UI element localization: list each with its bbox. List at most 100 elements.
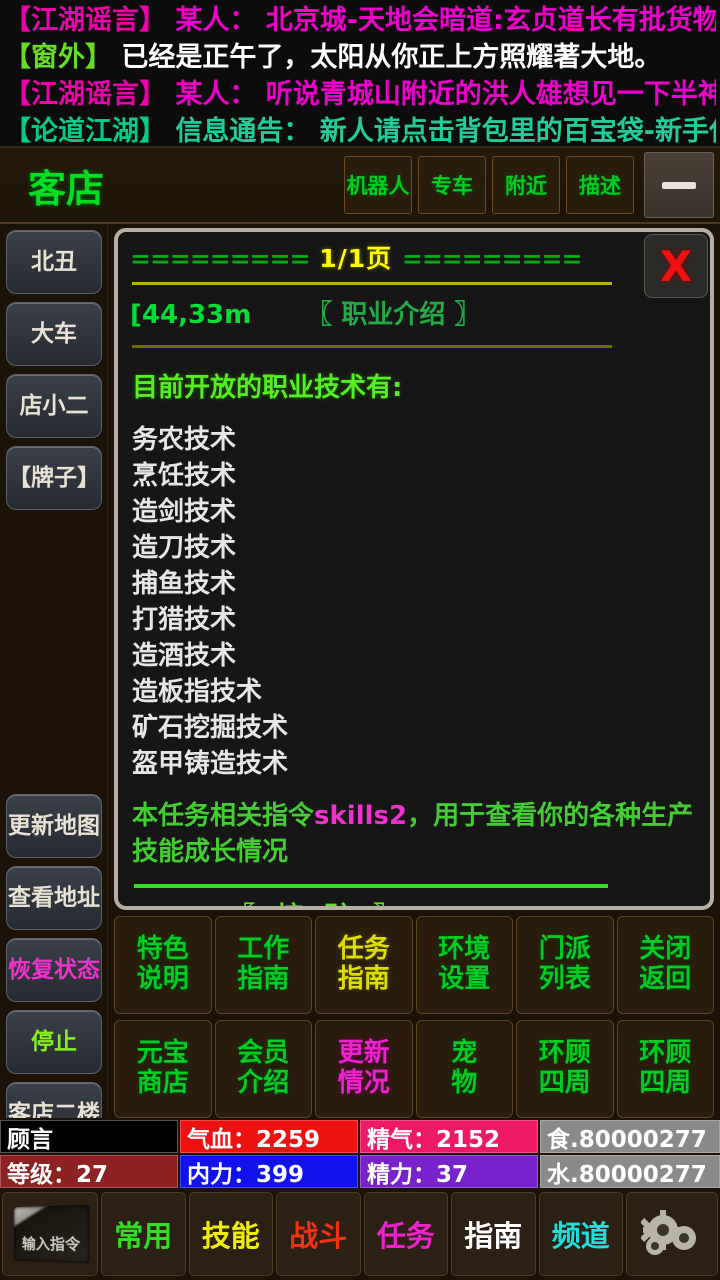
coord-row: [44,33m 〖 职业介绍 〗 bbox=[130, 295, 700, 335]
sidebar-button-查看地址[interactable]: 查看地址 bbox=[6, 866, 102, 930]
action-button-门派列表[interactable]: 门派 列表 bbox=[516, 916, 614, 1014]
note-prefix: 本任务相关指令 bbox=[132, 801, 315, 831]
skill-list-item[interactable]: 造刀技术 bbox=[132, 530, 700, 566]
titlebar-button-专车[interactable]: 专车 bbox=[418, 156, 486, 214]
minimize-button[interactable] bbox=[644, 152, 714, 218]
status-cell: 气血：2259 bbox=[180, 1120, 358, 1153]
status-row-2: 等级：27 内力：399 精力：37 水.80000277 bbox=[0, 1155, 720, 1188]
nav-button-频道[interactable]: 频道 bbox=[538, 1192, 623, 1276]
command-keyword[interactable]: skills2 bbox=[314, 801, 407, 831]
skill-list-item[interactable]: 烹饪技术 bbox=[132, 458, 700, 494]
section-title: 〖 职业介绍 〗 bbox=[306, 300, 481, 330]
action-button-更新情况[interactable]: 更新 情况 bbox=[315, 1020, 413, 1118]
chat-message-text: 已经是正午了，太阳从你正上方照耀著大地。 bbox=[112, 42, 662, 73]
sidebar-button-客店二楼[interactable]: 客店二楼 bbox=[6, 1082, 102, 1118]
page-title: 客店 bbox=[28, 166, 105, 211]
chat-line: 【江湖谣言】 某人： 北京城-天地会暗道:玄贞道长有批货物要送到 bbox=[4, 2, 716, 39]
nav-button-指南[interactable]: 指南 bbox=[451, 1192, 536, 1276]
command-input-button[interactable]: 输入指令 bbox=[2, 1192, 98, 1276]
title-bar: 客店 机器人 专车 附近 描述 bbox=[0, 148, 720, 224]
coordinates: [44,33m bbox=[130, 300, 252, 330]
nav-button-战斗[interactable]: 战斗 bbox=[276, 1192, 361, 1276]
status-bars: 顾言 气血：2259 精气：2152 食.80000277 等级：27 内力：399 精力… bbox=[0, 1118, 720, 1190]
left-sidebar: 北丑大车店小二【牌子】更新地图查看地址恢复状态停止客店二楼 bbox=[0, 224, 108, 1118]
skill-list-item[interactable]: 打猎技术 bbox=[132, 602, 700, 638]
chat-channel-tag: 【窗外】 bbox=[4, 42, 112, 73]
dig-action-link[interactable]: 〖 挖 矿 〗 bbox=[228, 900, 700, 906]
chat-channel-tag: 【江湖谣言】 bbox=[4, 79, 166, 110]
skill-list-item[interactable]: 务农技术 bbox=[132, 422, 700, 458]
content-area: X ========= 1/1页 ========= [44,33m 〖 职业介… bbox=[108, 224, 720, 1118]
action-button-环境设置[interactable]: 环境 设置 bbox=[415, 916, 513, 1014]
action-button-会员介绍[interactable]: 会员 介绍 bbox=[214, 1020, 312, 1118]
status-cell: 等级：27 bbox=[0, 1155, 178, 1188]
action-button-宠物[interactable]: 宠物 bbox=[415, 1020, 513, 1118]
titlebar-button-描述[interactable]: 描述 bbox=[566, 156, 634, 214]
panel-body: 目前开放的职业技术有: 务农技术 烹饪技术 造剑技术 造刀技术 捕鱼技术 打猎技术 造酒技术… bbox=[130, 354, 700, 906]
action-button-环顾四周[interactable]: 环顾 四周 bbox=[516, 1020, 614, 1118]
titlebar-buttons: 机器人 专车 附近 描述 bbox=[338, 156, 634, 214]
nav-button-常用[interactable]: 常用 bbox=[101, 1192, 186, 1276]
nav-button-任务[interactable]: 任务 bbox=[363, 1192, 448, 1276]
chat-line: 【窗外】 已经是正午了，太阳从你正上方照耀著大地。 bbox=[4, 39, 716, 76]
main-area: 北丑大车店小二【牌子】更新地图查看地址恢复状态停止客店二楼 X ========… bbox=[0, 224, 720, 1118]
skill-list-item[interactable]: 盔甲铸造技术 bbox=[132, 746, 700, 782]
gear-icon bbox=[641, 1206, 703, 1262]
sidebar-button-北丑[interactable]: 北丑 bbox=[6, 230, 102, 294]
action-button-任务指南[interactable]: 任务 指南 bbox=[315, 916, 413, 1014]
chat-message-text: 某人： 听说青城山附近的洪人雄想见一下半神。 bbox=[166, 79, 716, 110]
chat-ticker[interactable]: 【江湖谣言】 某人： 北京城-天地会暗道:玄贞道长有批货物要送到【窗外】 已经是… bbox=[0, 0, 720, 148]
info-panel: X ========= 1/1页 ========= [44,33m 〖 职业介… bbox=[114, 228, 714, 910]
action-grid-row-1: 特色 说明 工作 指南 任务 指南 环境 设置 门派 列表 关闭 返回 bbox=[114, 916, 714, 1014]
close-panel-button[interactable]: X bbox=[644, 234, 708, 298]
chat-message-text: 某人： 北京城-天地会暗道:玄贞道长有批货物要送到 bbox=[175, 5, 716, 36]
separator-right: ========= bbox=[401, 244, 583, 273]
panel-header: ========= 1/1页 ========= bbox=[130, 240, 700, 278]
sidebar-button-停止[interactable]: 停止 bbox=[6, 1010, 102, 1074]
status-cell: 顾言 bbox=[0, 1120, 178, 1153]
status-cell: 精气：2152 bbox=[360, 1120, 538, 1153]
sidebar-button-更新地图[interactable]: 更新地图 bbox=[6, 794, 102, 858]
input-box-icon: 输入指令 bbox=[13, 1204, 90, 1264]
settings-button[interactable] bbox=[626, 1192, 718, 1276]
status-cell: 内力：399 bbox=[180, 1155, 358, 1188]
skill-list-item[interactable]: 造板指技术 bbox=[132, 674, 700, 710]
body-lead: 目前开放的职业技术有: bbox=[132, 373, 403, 403]
action-button-工作指南[interactable]: 工作 指南 bbox=[214, 916, 312, 1014]
divider-mid bbox=[132, 345, 612, 348]
chat-line: 【江湖谣言】 某人： 听说青城山附近的洪人雄想见一下半神。 bbox=[4, 76, 716, 113]
status-cell: 水.80000277 bbox=[540, 1155, 720, 1188]
page-indicator: 1/1页 bbox=[319, 244, 393, 273]
chat-line: 【论道江湖】 信息通告： 新人请点击背包里的百宝袋-新手任务 会 bbox=[4, 113, 716, 147]
skill-list-item[interactable]: 造酒技术 bbox=[132, 638, 700, 674]
sidebar-button-【牌子】[interactable]: 【牌子】 bbox=[6, 446, 102, 510]
divider-top bbox=[132, 282, 612, 285]
action-button-关闭返回[interactable]: 关闭 返回 bbox=[616, 916, 714, 1014]
sidebar-button-恢复状态[interactable]: 恢复状态 bbox=[6, 938, 102, 1002]
minimize-icon bbox=[662, 181, 696, 189]
titlebar-button-附近[interactable]: 附近 bbox=[492, 156, 560, 214]
skill-list-item[interactable]: 矿石挖掘技术 bbox=[132, 710, 700, 746]
status-cell: 精力：37 bbox=[360, 1155, 538, 1188]
chat-channel-tag: 【论道江湖】 bbox=[4, 116, 166, 147]
separator-left: ========= bbox=[130, 244, 311, 273]
bottom-nav: 输入指令 常用 技能 战斗 任务 指南 频道 bbox=[0, 1190, 720, 1280]
skill-list-item[interactable]: 造剑技术 bbox=[132, 494, 700, 530]
skill-list-item[interactable]: 捕鱼技术 bbox=[132, 566, 700, 602]
nav-button-技能[interactable]: 技能 bbox=[188, 1192, 273, 1276]
status-row-1: 顾言 气血：2259 精气：2152 食.80000277 bbox=[0, 1120, 720, 1153]
titlebar-button-机器人[interactable]: 机器人 bbox=[344, 156, 412, 214]
chat-message-text: 信息通告： 新人请点击背包里的百宝袋-新手任务 会 bbox=[175, 116, 716, 147]
chat-channel-tag: 【江湖谣言】 bbox=[4, 5, 166, 36]
game-screen: 【江湖谣言】 某人： 北京城-天地会暗道:玄贞道长有批货物要送到【窗外】 已经是… bbox=[0, 0, 720, 1280]
action-button-特色说明[interactable]: 特色 说明 bbox=[114, 916, 212, 1014]
divider-bottom bbox=[134, 884, 608, 888]
skill-list: 务农技术 烹饪技术 造剑技术 造刀技术 捕鱼技术 打猎技术 造酒技术 造板指技术 矿石挖掘技术盔… bbox=[132, 422, 700, 782]
status-cell: 食.80000277 bbox=[540, 1120, 720, 1153]
action-button-环顾四周[interactable]: 环顾 四周 bbox=[616, 1020, 714, 1118]
action-button-元宝商店[interactable]: 元宝 商店 bbox=[114, 1020, 212, 1118]
sidebar-button-店小二[interactable]: 店小二 bbox=[6, 374, 102, 438]
sidebar-button-大车[interactable]: 大车 bbox=[6, 302, 102, 366]
